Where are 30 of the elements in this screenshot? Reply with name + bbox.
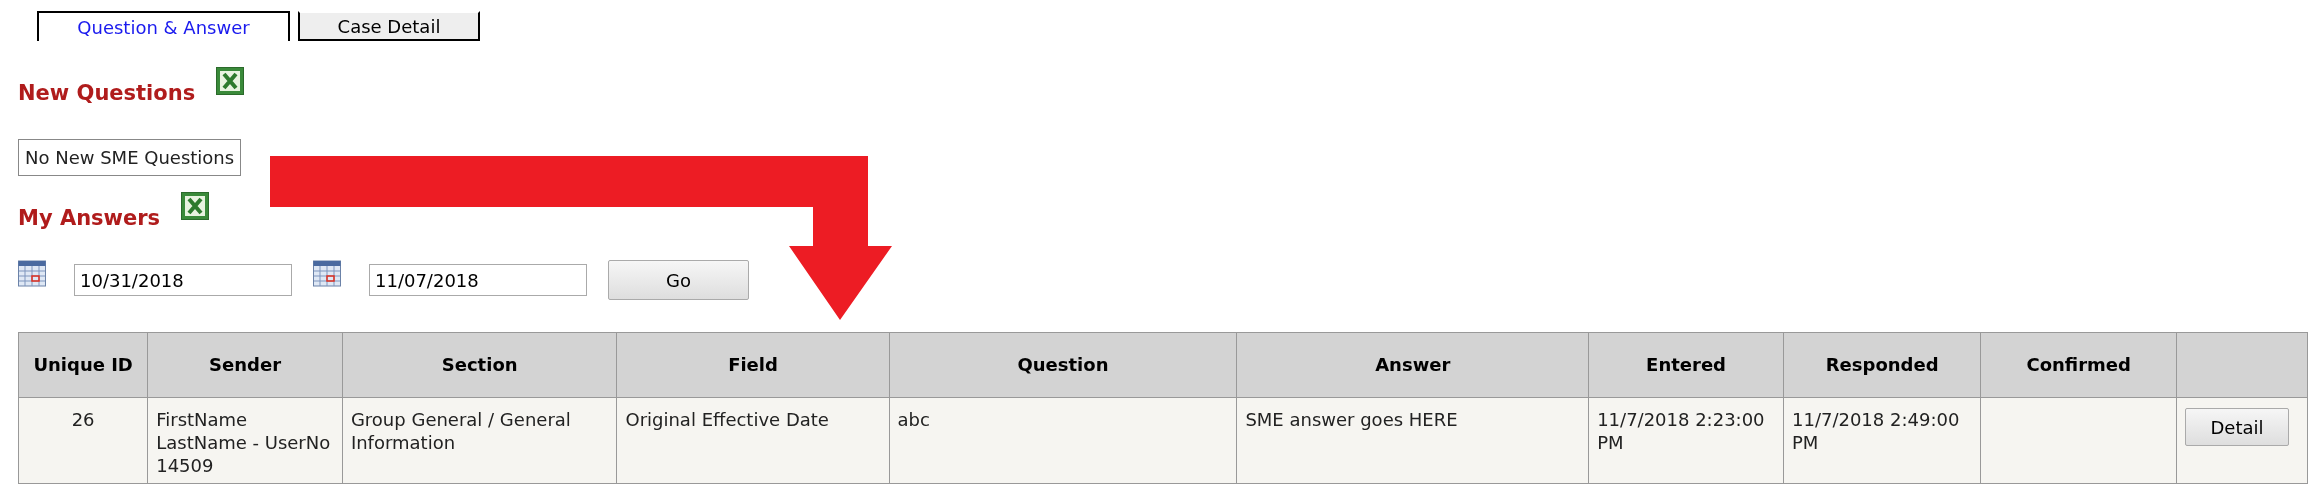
column-header: Sender	[147, 332, 343, 398]
tab[interactable]: Question & Answer	[37, 11, 290, 41]
calendar-icon[interactable]	[313, 259, 341, 287]
table-cell: Original Effective Date	[616, 397, 890, 484]
column-header: Answer	[1236, 332, 1589, 398]
calendar-icon[interactable]	[18, 259, 46, 287]
table-cell: 11/7/2018 2:49:00 PM	[1783, 397, 1981, 484]
detail-button[interactable]: Detail	[2185, 408, 2289, 446]
table-cell: Group General / General Information	[342, 397, 617, 484]
section-heading: My Answers	[18, 206, 161, 230]
message-box: No New SME Questions	[18, 139, 242, 176]
spreadsheet-icon[interactable]	[216, 67, 245, 95]
column-header: Field	[616, 332, 890, 398]
date-field[interactable]: 11/07/2018	[369, 264, 587, 296]
column-header: Unique ID	[18, 332, 148, 398]
spreadsheet-icon[interactable]	[181, 192, 210, 220]
date-field[interactable]: 10/31/2018	[74, 264, 292, 296]
table-cell: 11/7/2018 2:23:00 PM	[1588, 397, 1784, 484]
go-button[interactable]: Go	[608, 260, 749, 300]
table-cell: abc	[889, 397, 1237, 484]
column-header: Question	[889, 332, 1237, 398]
column-header: Responded	[1783, 332, 1981, 398]
column-header: Entered	[1588, 332, 1784, 398]
column-header: Confirmed	[1980, 332, 2177, 398]
table-cell: FirstName LastName - UserNo 14509	[147, 397, 343, 484]
tab[interactable]: Case Detail	[298, 11, 480, 41]
column-header: Section	[342, 332, 617, 398]
section-heading: New Questions	[18, 81, 196, 105]
table-cell: SME answer goes HERE	[1236, 397, 1589, 484]
table-cell: 26	[18, 397, 148, 484]
